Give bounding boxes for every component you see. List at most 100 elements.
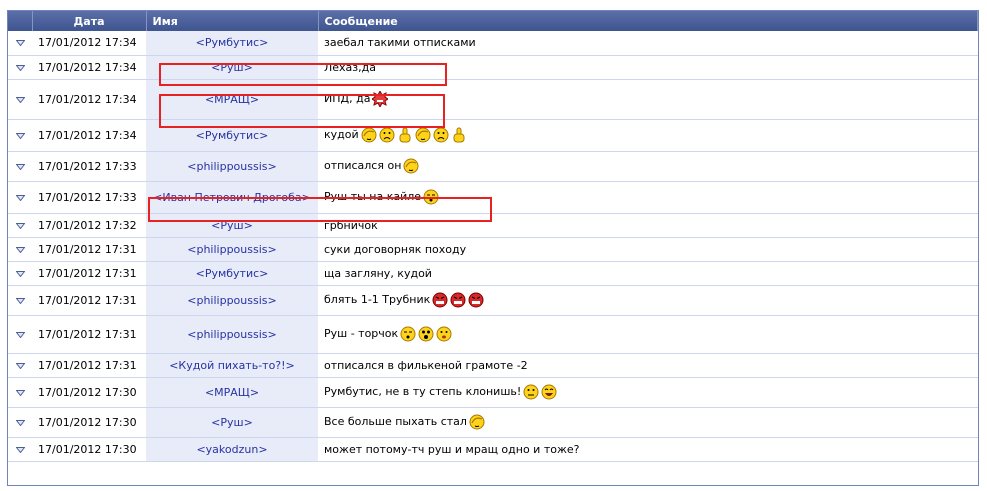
row-message-text: заебал такими отписками	[324, 36, 476, 50]
row-author[interactable]: <philippoussis>	[146, 285, 318, 316]
row-message: Лехаз,да	[318, 55, 978, 80]
row-message-text: кудой	[324, 128, 359, 141]
row-date: 17/01/2012 17:31	[32, 237, 146, 262]
facepalm-icon	[415, 127, 431, 143]
row-author[interactable]: <Руш>	[146, 55, 318, 80]
header-name[interactable]: Имя	[146, 11, 319, 31]
row-message: заебал такими отписками	[318, 31, 978, 56]
red-angry-icon	[450, 292, 466, 308]
shocked-face-icon	[418, 326, 434, 342]
row-message: отписался в филькеной грамоте -2	[318, 353, 978, 378]
table-row: 17/01/2012 17:34 <Румбутис> заебал такими …	[8, 31, 978, 56]
expand-arrow-icon[interactable]	[8, 151, 32, 182]
row-author[interactable]: <yakodzun>	[146, 437, 318, 462]
angry-spiky-icon	[372, 91, 389, 107]
expand-arrow-icon[interactable]	[8, 237, 32, 262]
row-author[interactable]: <philippoussis>	[146, 315, 318, 354]
row-smileys	[521, 384, 557, 400]
surprised-face-icon	[436, 326, 452, 342]
row-author[interactable]: <Иван Петрович Дрогоба>	[146, 181, 318, 214]
expand-arrow-icon[interactable]	[8, 353, 32, 378]
row-smileys	[430, 292, 484, 308]
expand-arrow-icon[interactable]	[8, 437, 32, 462]
row-message: Руш - торчок	[318, 315, 978, 354]
expand-arrow-icon[interactable]	[8, 261, 32, 286]
expand-arrow-icon[interactable]	[8, 315, 32, 354]
row-author[interactable]: <Кудой пихать-то?!>	[146, 353, 318, 378]
table-row: 17/01/2012 17:34 <Руш> Лехаз,да	[8, 55, 978, 80]
row-date: 17/01/2012 17:30	[32, 377, 146, 408]
row-smileys	[370, 91, 389, 107]
expand-arrow-icon[interactable]	[8, 377, 32, 408]
table-row: 17/01/2012 17:33 <Иван Петрович Дрогоба> Р…	[8, 181, 978, 214]
table-row: 17/01/2012 17:34 <МРАЩ> ИПД, да	[8, 79, 978, 120]
table-row: 17/01/2012 17:31 <Кудой пихать-то?!> отпис…	[8, 353, 978, 378]
row-date: 17/01/2012 17:32	[32, 213, 146, 238]
row-date: 17/01/2012 17:31	[32, 353, 146, 378]
row-smileys	[359, 127, 467, 143]
row-message-text: Все больше пыхать стал	[324, 415, 467, 428]
row-message: грбничок	[318, 213, 978, 238]
row-date: 17/01/2012 17:34	[32, 55, 146, 80]
row-author[interactable]: <Румбутис>	[146, 119, 318, 152]
expand-arrow-icon[interactable]	[8, 407, 32, 438]
row-message-text: Лехаз,да	[324, 60, 376, 74]
row-message: блять 1-1 Трубник	[318, 285, 978, 316]
facepalm-icon	[469, 414, 485, 430]
expand-arrow-icon[interactable]	[8, 119, 32, 152]
row-message: суки договорняк походу	[318, 237, 978, 262]
row-message: отписался он	[318, 151, 978, 182]
table-row: 17/01/2012 17:31 <philippoussis> блять 1-1…	[8, 285, 978, 316]
row-message: кудой	[318, 119, 978, 152]
facepalm-icon	[361, 127, 377, 143]
thinking-face-icon	[523, 384, 539, 400]
expand-arrow-icon[interactable]	[8, 285, 32, 316]
table-row: 17/01/2012 17:30 <Руш> Все больше пыхать с…	[8, 407, 978, 438]
row-author[interactable]: <philippoussis>	[146, 237, 318, 262]
laughing-face-icon	[541, 384, 557, 400]
row-date: 17/01/2012 17:33	[32, 151, 146, 182]
row-author[interactable]: <Руш>	[146, 213, 318, 238]
header-date[interactable]: Дата	[32, 11, 147, 31]
row-author[interactable]: <МРАЩ>	[146, 79, 318, 120]
row-author[interactable]: <МРАЩ>	[146, 377, 318, 408]
row-date: 17/01/2012 17:33	[32, 181, 146, 214]
stoned-face-icon	[400, 326, 416, 342]
red-angry-icon	[468, 292, 484, 308]
expand-arrow-icon[interactable]	[8, 79, 32, 120]
table-row: 17/01/2012 17:31 <philippoussis> Руш - тор…	[8, 315, 978, 354]
row-author[interactable]: <Румбутис>	[146, 31, 318, 56]
row-author[interactable]: <Румбутис>	[146, 261, 318, 286]
row-date: 17/01/2012 17:31	[32, 261, 146, 286]
header-message[interactable]: Сообщение	[318, 11, 978, 31]
row-message: Руш ты на кайле	[318, 181, 978, 214]
expand-arrow-icon[interactable]	[8, 31, 32, 56]
expand-arrow-icon[interactable]	[8, 55, 32, 80]
sad-face-icon	[379, 127, 395, 143]
row-smileys	[398, 326, 452, 342]
row-date: 17/01/2012 17:34	[32, 119, 146, 152]
row-message-text: Румбутис, не в ту степь клонишь!	[324, 385, 522, 398]
expand-arrow-icon[interactable]	[8, 213, 32, 238]
row-message: ИПД, да	[318, 79, 978, 120]
table-row: 17/01/2012 17:32 <Руш> грбничок	[8, 213, 978, 238]
row-message-text: суки договорняк походу	[324, 242, 467, 256]
row-date: 17/01/2012 17:30	[32, 437, 146, 462]
facepalm-icon	[403, 158, 419, 174]
middle-finger-icon	[453, 127, 465, 143]
sad-face-icon	[433, 127, 449, 143]
row-author[interactable]: <Руш>	[146, 407, 318, 438]
row-message-text: может потому-тч руш и мращ одно и тоже?	[324, 442, 580, 456]
expand-arrow-icon[interactable]	[8, 181, 32, 214]
table-header: Дата Имя Сообщение	[8, 11, 978, 31]
row-message-text: отписался в филькеной грамоте -2	[324, 358, 528, 372]
table-row: 17/01/2012 17:31 <Румбутис> ща загляну, ку…	[8, 261, 978, 286]
middle-finger-icon	[399, 127, 411, 143]
row-message: может потому-тч руш и мращ одно и тоже?	[318, 437, 978, 462]
table-row: 17/01/2012 17:31 <philippoussis> суки дого…	[8, 237, 978, 262]
row-smileys	[421, 189, 439, 205]
row-message-text: ща загляну, кудой	[324, 266, 432, 280]
row-author[interactable]: <philippoussis>	[146, 151, 318, 182]
row-date: 17/01/2012 17:31	[32, 285, 146, 316]
row-message-text: Руш - торчок	[324, 327, 399, 340]
